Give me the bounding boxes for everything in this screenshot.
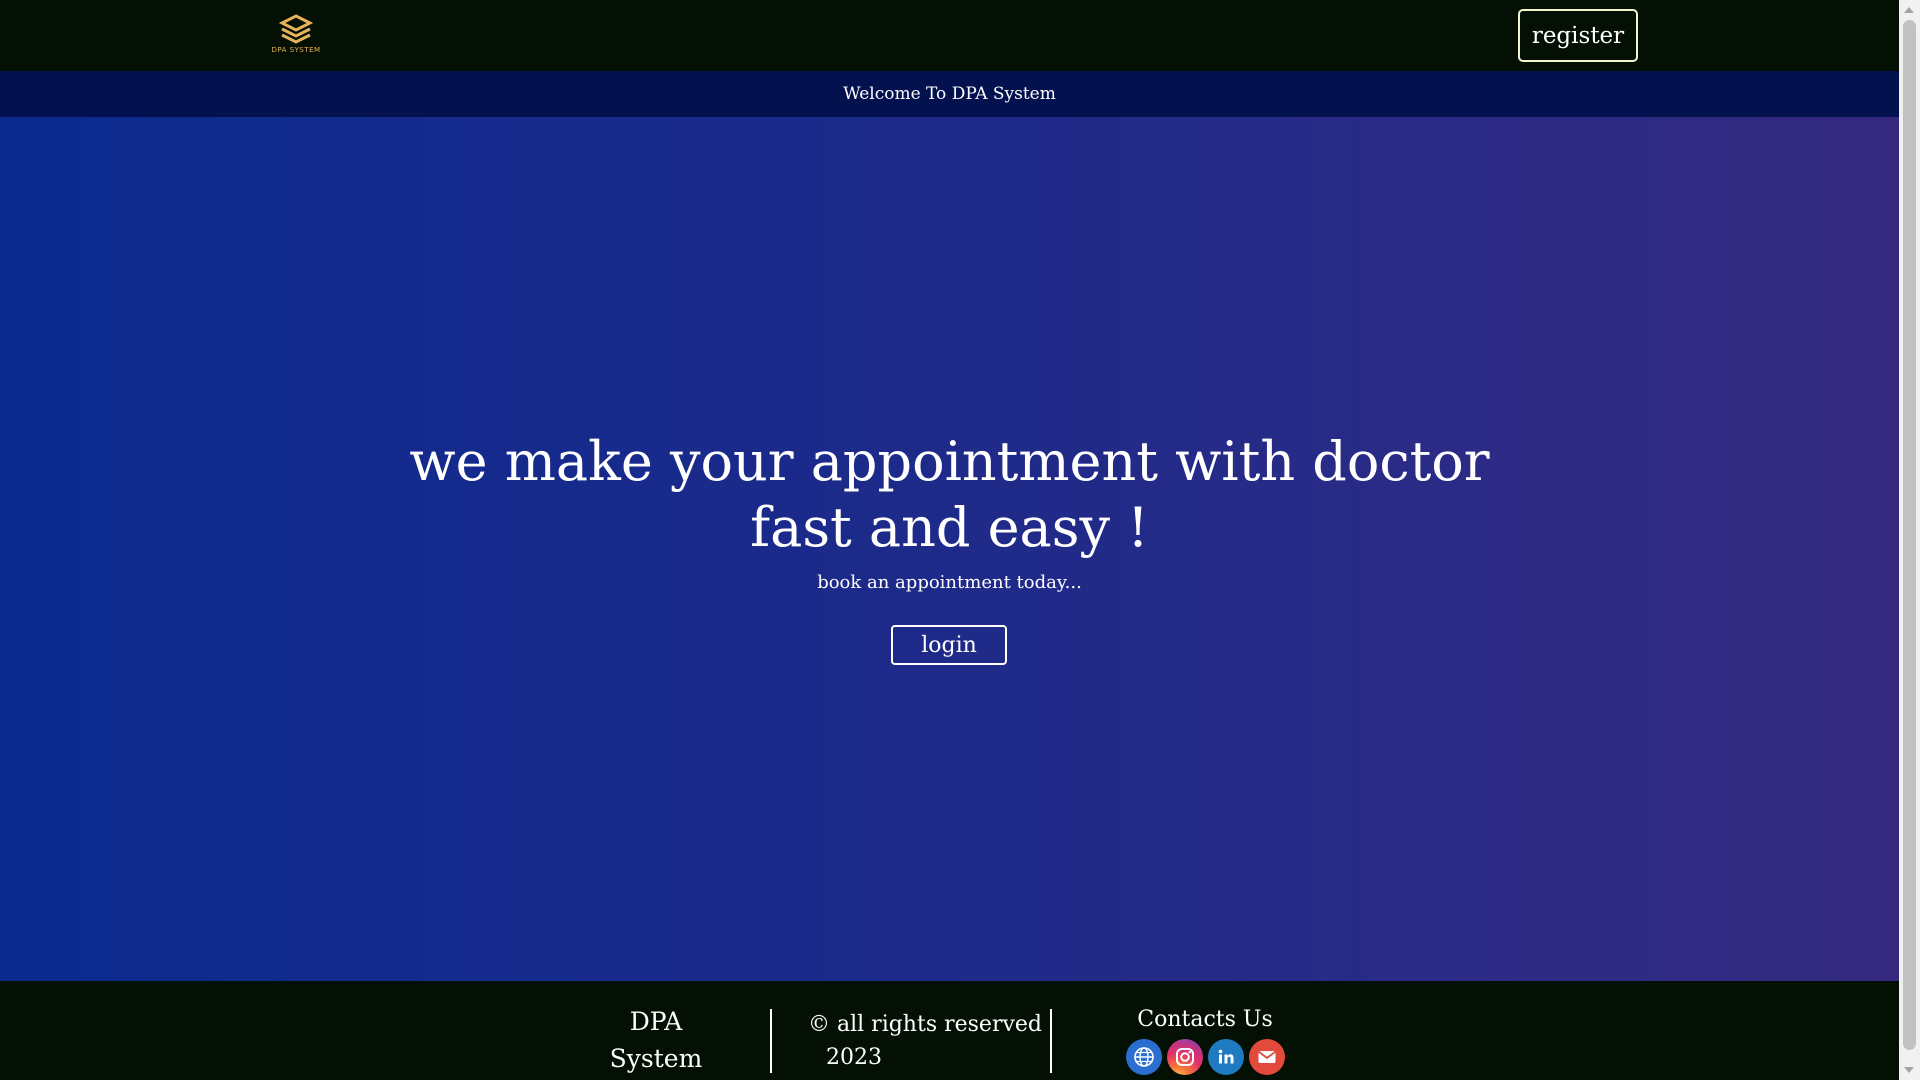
footer-brand-line1: DPA xyxy=(629,1007,683,1036)
page: DPA SYSTEM register Welcome To DPA Syste… xyxy=(0,0,1920,1080)
logo-text: DPA SYSTEM xyxy=(271,46,321,54)
hero-title-line1: we make your appointment with doctor xyxy=(409,430,1490,493)
welcome-text: Welcome To DPA System xyxy=(843,84,1056,104)
footer-divider xyxy=(770,1009,772,1073)
footer-brand: DPA System xyxy=(595,1003,717,1077)
hero-section: we make your appointment with doctor fas… xyxy=(0,117,1899,981)
footer: DPA System © all rights reserved 2023 Co… xyxy=(0,981,1899,1080)
welcome-banner: Welcome To DPA System xyxy=(0,71,1899,117)
footer-contacts: Contacts Us xyxy=(1110,1005,1300,1075)
footer-brand-line2: System xyxy=(609,1044,703,1073)
scroll-up-arrow-icon[interactable] xyxy=(1904,7,1914,13)
logo[interactable]: DPA SYSTEM xyxy=(264,14,328,62)
social-links xyxy=(1110,1039,1300,1075)
mail-icon[interactable] xyxy=(1248,1039,1285,1075)
top-nav: DPA SYSTEM register xyxy=(0,0,1899,71)
contacts-title: Contacts Us xyxy=(1137,1007,1273,1032)
logo-icon xyxy=(279,14,313,44)
hero-title-line2: fast and easy ! xyxy=(750,496,1149,559)
scrollbar-thumb[interactable] xyxy=(1903,20,1916,1050)
page-scrollbar[interactable] xyxy=(1899,0,1920,1080)
hero-title: we make your appointment with doctor fas… xyxy=(0,429,1899,561)
footer-copyright: © all rights reserved 2023 xyxy=(808,1008,1042,1074)
linkedin-icon[interactable] xyxy=(1207,1039,1244,1075)
footer-divider xyxy=(1050,1009,1052,1073)
register-button[interactable]: register xyxy=(1518,9,1638,62)
globe-icon[interactable] xyxy=(1125,1039,1162,1075)
hero-subtitle: book an appointment today... xyxy=(817,572,1082,593)
login-button[interactable]: login xyxy=(891,625,1007,665)
scroll-down-arrow-icon[interactable] xyxy=(1904,1067,1914,1073)
copyright-text: © all rights reserved xyxy=(808,1012,1042,1037)
instagram-icon[interactable] xyxy=(1166,1039,1203,1075)
copyright-year: 2023 xyxy=(826,1045,882,1070)
